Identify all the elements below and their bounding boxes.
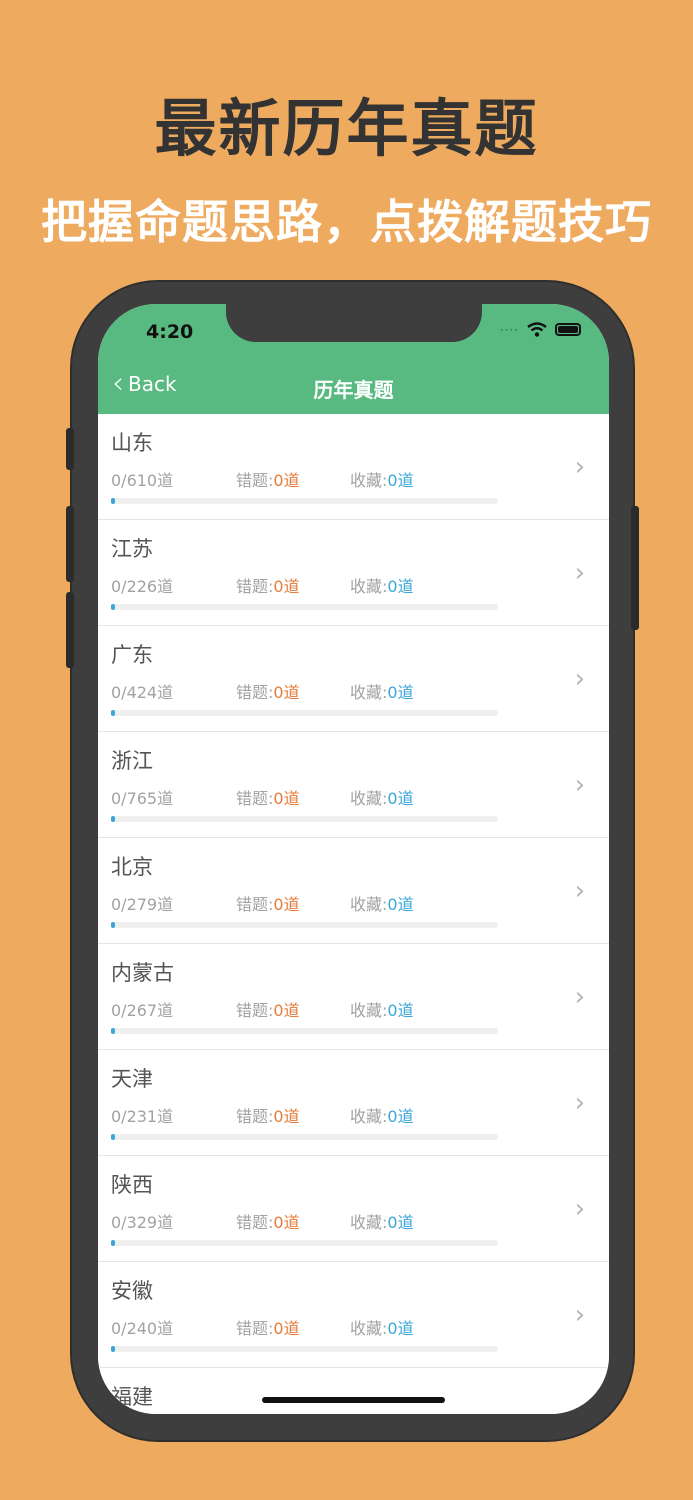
item-progress-count: 0/424道 [111, 683, 174, 702]
progress-track [111, 1240, 498, 1246]
progress-fill [111, 816, 115, 822]
item-fav-count: 收藏:0道 [350, 895, 414, 914]
list-item[interactable]: 内蒙古 0/267道 错题:0道 收藏:0道 › [98, 944, 609, 1050]
item-wrong-count: 错题:0道 [236, 1319, 300, 1338]
item-progress-count: 0/267道 [111, 1001, 174, 1020]
chevron-right-icon: › [574, 1300, 585, 1330]
item-wrong-count: 错题:0道 [236, 471, 300, 490]
progress-fill [111, 1134, 115, 1140]
chevron-right-icon: › [574, 558, 585, 588]
status-icons: ···· [500, 322, 581, 337]
item-name: 山东 [111, 431, 153, 455]
item-fav-count: 收藏:0道 [350, 1213, 414, 1232]
item-fav-count: 收藏:0道 [350, 471, 414, 490]
chevron-right-icon: › [574, 1194, 585, 1224]
item-wrong-count: 错题:0道 [236, 683, 300, 702]
item-progress-count: 0/765道 [111, 789, 174, 808]
item-name: 陕西 [111, 1173, 153, 1197]
chevron-right-icon: › [574, 982, 585, 1012]
item-progress-count: 0/610道 [111, 471, 174, 490]
progress-track [111, 816, 498, 822]
item-wrong-count: 错题:0道 [236, 577, 300, 596]
phone-screen: 4:20 ···· ‹ Back 历年真题 山东 0/610道 错题:0道 收藏… [98, 304, 609, 1414]
item-name: 江苏 [111, 537, 153, 561]
status-time: 4:20 [146, 321, 194, 343]
progress-fill [111, 710, 115, 716]
progress-fill [111, 1240, 115, 1246]
item-name: 广东 [111, 643, 153, 667]
progress-fill [111, 1346, 115, 1352]
promo-subtitle: 把握命题思路，点拨解题技巧 [41, 195, 652, 249]
item-progress-count: 0/226道 [111, 577, 174, 596]
chevron-right-icon: › [574, 664, 585, 694]
item-fav-count: 收藏:0道 [350, 1001, 414, 1020]
progress-track [111, 498, 498, 504]
progress-track [111, 1346, 498, 1352]
chevron-right-icon: › [574, 1088, 585, 1118]
list-item[interactable]: 陕西 0/329道 错题:0道 收藏:0道 › [98, 1156, 609, 1262]
chevron-right-icon: › [575, 1406, 585, 1414]
item-name: 安徽 [111, 1279, 153, 1303]
progress-track [111, 922, 498, 928]
phone-volume-down [66, 592, 74, 668]
list-item[interactable]: 江苏 0/226道 错题:0道 收藏:0道 › [98, 520, 609, 626]
nav-header: 4:20 ···· ‹ Back 历年真题 [98, 304, 609, 414]
item-progress-count: 0/231道 [111, 1107, 174, 1126]
item-wrong-count: 错题:0道 [236, 789, 300, 808]
progress-fill [111, 604, 115, 610]
progress-track [111, 1134, 498, 1140]
item-progress-count: 0/240道 [111, 1319, 174, 1338]
battery-icon [555, 323, 581, 336]
progress-track [111, 604, 498, 610]
phone-mute-switch [66, 428, 74, 470]
progress-track [111, 1028, 498, 1034]
progress-fill [111, 498, 115, 504]
chevron-right-icon: › [574, 876, 585, 906]
item-wrong-count: 错题:0道 [236, 1107, 300, 1126]
chevron-right-icon: › [574, 770, 585, 800]
item-name: 内蒙古 [111, 961, 174, 985]
phone-power-button [631, 506, 639, 630]
item-wrong-count: 错题:0道 [236, 895, 300, 914]
promo-title: 最新历年真题 [154, 92, 539, 165]
list-item[interactable]: 天津 0/231道 错题:0道 收藏:0道 › [98, 1050, 609, 1156]
list-item[interactable]: 福建 › [98, 1368, 609, 1414]
item-progress-count: 0/279道 [111, 895, 174, 914]
list-item[interactable]: 山东 0/610道 错题:0道 收藏:0道 › [98, 414, 609, 520]
item-progress-count: 0/329道 [111, 1213, 174, 1232]
item-name: 福建 [111, 1385, 153, 1409]
phone-volume-up [66, 506, 74, 582]
list-item[interactable]: 广东 0/424道 错题:0道 收藏:0道 › [98, 626, 609, 732]
notch [226, 304, 482, 342]
progress-fill [111, 922, 115, 928]
item-name: 天津 [111, 1067, 153, 1091]
progress-track [111, 710, 498, 716]
list-item[interactable]: 安徽 0/240道 错题:0道 收藏:0道 › [98, 1262, 609, 1368]
item-fav-count: 收藏:0道 [350, 577, 414, 596]
item-fav-count: 收藏:0道 [350, 1107, 414, 1126]
signal-icon: ···· [499, 322, 519, 337]
wifi-icon [527, 322, 547, 337]
chevron-right-icon: › [574, 452, 585, 482]
item-fav-count: 收藏:0道 [350, 683, 414, 702]
item-fav-count: 收藏:0道 [350, 1319, 414, 1338]
item-fav-count: 收藏:0道 [350, 789, 414, 808]
province-list: 山东 0/610道 错题:0道 收藏:0道 › 江苏 0/226道 错题:0道 … [98, 414, 609, 1414]
list-item[interactable]: 北京 0/279道 错题:0道 收藏:0道 › [98, 838, 609, 944]
list-item[interactable]: 浙江 0/765道 错题:0道 收藏:0道 › [98, 732, 609, 838]
item-wrong-count: 错题:0道 [236, 1213, 300, 1232]
item-name: 北京 [111, 855, 153, 879]
page-title: 历年真题 [313, 378, 394, 402]
item-name: 浙江 [111, 749, 153, 773]
progress-fill [111, 1028, 115, 1034]
home-indicator [262, 1397, 445, 1403]
item-wrong-count: 错题:0道 [236, 1001, 300, 1020]
